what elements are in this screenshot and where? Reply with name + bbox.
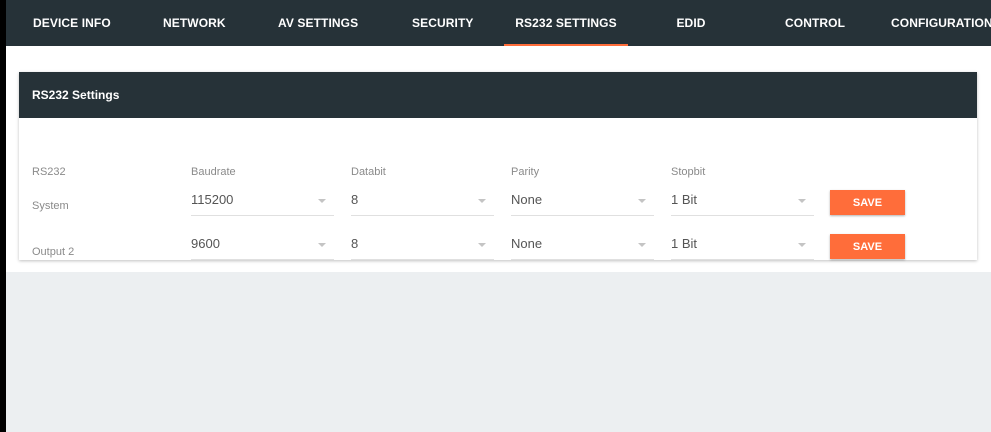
- parity-value: None: [511, 236, 543, 251]
- chevron-down-icon: [478, 243, 486, 247]
- top-nav-bar: DEVICE INFO NETWORK AV SETTINGS SECURITY…: [6, 0, 991, 46]
- chevron-down-icon: [638, 243, 646, 247]
- chevron-down-icon: [798, 243, 806, 247]
- row-label-output-2: Output 2: [32, 246, 75, 258]
- stopbit-select-system[interactable]: 1 Bit: [671, 190, 814, 216]
- tab-device-info[interactable]: DEVICE INFO: [33, 0, 111, 46]
- column-header-baudrate: Baudrate: [191, 166, 236, 178]
- baudrate-select-system[interactable]: 115200: [191, 190, 334, 216]
- baudrate-select-output-2[interactable]: 9600: [191, 234, 334, 260]
- save-button-system[interactable]: SAVE: [830, 190, 905, 215]
- chevron-down-icon: [478, 199, 486, 203]
- stopbit-select-output-2[interactable]: 1 Bit: [671, 234, 814, 260]
- stopbit-value: 1 Bit: [671, 236, 698, 251]
- tab-network[interactable]: NETWORK: [163, 0, 226, 46]
- stopbit-value: 1 Bit: [671, 192, 698, 207]
- column-header-stopbit: Stopbit: [671, 166, 706, 178]
- tab-edid[interactable]: EDID: [674, 0, 708, 46]
- chevron-down-icon: [318, 199, 326, 203]
- tab-rs232-settings[interactable]: RS232 SETTINGS: [504, 0, 628, 46]
- empty-page-background: [6, 272, 991, 432]
- parity-value: None: [511, 192, 543, 207]
- chevron-down-icon: [638, 199, 646, 203]
- chevron-down-icon: [318, 243, 326, 247]
- rs232-settings-card: RS232 Settings RS232 Baudrate Databit Pa…: [19, 72, 977, 260]
- row-label-system: System: [32, 200, 69, 212]
- save-button-output-2[interactable]: SAVE: [830, 234, 905, 259]
- baudrate-value: 9600: [191, 236, 220, 251]
- databit-value: 8: [351, 236, 359, 251]
- databit-select-output-2[interactable]: 8: [351, 234, 494, 260]
- databit-select-system[interactable]: 8: [351, 190, 494, 216]
- chevron-down-icon: [798, 199, 806, 203]
- databit-value: 8: [351, 192, 359, 207]
- parity-select-system[interactable]: None: [511, 190, 654, 216]
- column-header-databit: Databit: [351, 166, 386, 178]
- baudrate-value: 115200: [191, 192, 234, 207]
- card-title: RS232 Settings: [19, 72, 977, 118]
- main-content: RS232 Settings RS232 Baudrate Databit Pa…: [6, 46, 991, 272]
- tab-av-settings[interactable]: AV SETTINGS: [278, 0, 358, 46]
- tab-security[interactable]: SECURITY: [412, 0, 473, 46]
- column-header-parity: Parity: [511, 166, 540, 178]
- column-header-rs232: RS232: [32, 166, 66, 178]
- parity-select-output-2[interactable]: None: [511, 234, 654, 260]
- tab-configuration[interactable]: CONFIGURATION: [891, 0, 991, 46]
- tab-control[interactable]: CONTROL: [785, 0, 845, 46]
